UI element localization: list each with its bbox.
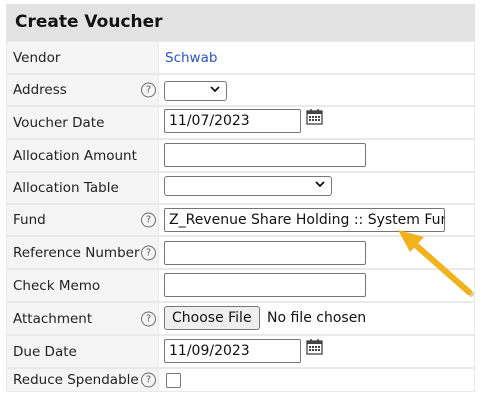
chevron-down-icon bbox=[210, 85, 220, 96]
voucher-date-row: Voucher Date 11/07/2023 bbox=[6, 106, 475, 139]
form-title: Create Voucher bbox=[6, 4, 475, 41]
allocation-amount-label: Allocation Amount bbox=[13, 147, 137, 164]
due-date-label: Due Date bbox=[13, 343, 77, 360]
check-memo-label: Check Memo bbox=[13, 277, 101, 294]
due-date-row: Due Date 11/09/2023 bbox=[6, 335, 475, 368]
file-status: No file chosen bbox=[267, 310, 367, 326]
address-row: Address ? bbox=[6, 74, 475, 106]
reduce-spendable-checkbox[interactable] bbox=[166, 373, 181, 388]
attachment-row: Attachment ? Choose File No file chosen bbox=[6, 302, 475, 335]
attachment-label: Attachment bbox=[13, 310, 93, 327]
check-memo-input[interactable] bbox=[164, 273, 366, 297]
due-date-input[interactable]: 11/09/2023 bbox=[164, 339, 301, 363]
allocation-table-select[interactable] bbox=[164, 176, 332, 196]
address-select[interactable] bbox=[164, 81, 227, 101]
voucher-date-label: Voucher Date bbox=[13, 114, 105, 131]
annotation-arrow-icon bbox=[398, 230, 474, 297]
address-label: Address bbox=[13, 82, 67, 98]
vendor-row: Vendor Schwab bbox=[6, 41, 475, 74]
allocation-table-label: Allocation Table bbox=[13, 180, 119, 196]
reduce-spendable-row: Reduce Spendable ? bbox=[6, 368, 475, 392]
create-voucher-form: Create Voucher Vendor Schwab Address ? V… bbox=[6, 4, 475, 392]
calendar-icon[interactable] bbox=[306, 338, 323, 355]
calendar-icon[interactable] bbox=[306, 108, 323, 125]
vendor-link[interactable]: Schwab bbox=[165, 50, 217, 66]
reduce-spendable-label: Reduce Spendable bbox=[13, 372, 139, 388]
fund-label: Fund bbox=[13, 212, 46, 228]
voucher-date-input[interactable]: 11/07/2023 bbox=[164, 109, 301, 133]
allocation-amount-input[interactable] bbox=[164, 143, 366, 167]
vendor-label: Vendor bbox=[13, 49, 61, 66]
help-icon[interactable]: ? bbox=[141, 245, 156, 260]
allocation-table-row: Allocation Table bbox=[6, 172, 475, 204]
help-icon[interactable]: ? bbox=[141, 372, 156, 388]
reference-number-input[interactable] bbox=[164, 241, 366, 265]
allocation-amount-row: Allocation Amount bbox=[6, 139, 475, 172]
chevron-down-icon bbox=[315, 180, 325, 191]
choose-file-button[interactable]: Choose File bbox=[164, 306, 260, 330]
help-icon[interactable]: ? bbox=[141, 82, 156, 98]
help-icon[interactable]: ? bbox=[141, 212, 156, 228]
help-icon[interactable]: ? bbox=[141, 311, 156, 326]
reference-number-label: Reference Number bbox=[13, 244, 140, 261]
